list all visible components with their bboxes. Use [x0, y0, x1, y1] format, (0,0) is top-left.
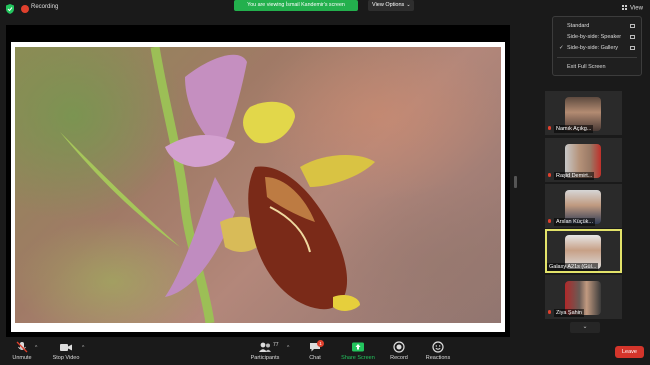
chevron-up-icon[interactable]: ^ [35, 345, 37, 351]
record-button[interactable]: Record [388, 341, 410, 361]
share-screen-icon [352, 342, 364, 352]
participant-tile[interactable]: Namık Açıkg... [545, 91, 622, 135]
reactions-button[interactable]: Reactions [423, 341, 453, 361]
participant-name: Raşid Demirt... [554, 172, 595, 180]
participant-tile-active[interactable]: Galaxy A21s (Gül... [545, 229, 622, 273]
presentation-slide: ◂ ✎ ≡ ▸ [11, 42, 505, 332]
chat-label: Chat [309, 355, 321, 361]
menu-item-label: Exit Full Screen [567, 64, 606, 70]
record-icon [393, 341, 405, 353]
menu-item-label: Standard [567, 23, 590, 29]
recording-icon [21, 5, 29, 13]
participant-name: Arslan Küçük... [554, 218, 595, 226]
menu-item-exit-full-screen[interactable]: Exit Full Screen [553, 62, 641, 72]
mic-muted-icon [547, 310, 552, 316]
share-screen-button[interactable]: Share Screen [338, 341, 378, 361]
orchid-photo: ◂ ✎ ≡ ▸ [15, 47, 501, 323]
scroll-down-button[interactable]: ⌄ [570, 322, 600, 333]
stop-video-label: Stop Video [52, 355, 80, 361]
menu-item-side-by-side-gallery[interactable]: ✓ Side-by-side: Gallery [553, 43, 641, 53]
participants-count: 77 [273, 342, 279, 348]
shared-screen: ◂ ✎ ≡ ▸ [6, 25, 510, 337]
menu-item-standard[interactable]: Standard [553, 21, 641, 31]
mic-muted-icon [547, 126, 552, 132]
gallery-view-icon [630, 46, 635, 50]
reactions-label: Reactions [425, 355, 451, 361]
mic-muted-icon [16, 341, 28, 353]
menu-item-label: Side-by-side: Speaker [567, 34, 622, 40]
unmute-label: Unmute [12, 355, 32, 361]
share-screen-label: Share Screen [341, 355, 375, 361]
smiley-icon [432, 341, 444, 353]
menu-item-side-by-side-speaker[interactable]: Side-by-side: Speaker [553, 32, 641, 42]
orchid-illustration [60, 47, 375, 323]
menu-item-label: Side-by-side: Gallery [567, 45, 619, 51]
mic-muted-icon [547, 219, 552, 225]
chat-badge: 1 [317, 340, 324, 347]
chevron-down-icon: ⌄ [582, 324, 588, 330]
participant-name: Galaxy A21s (Gül... [547, 263, 599, 271]
standard-view-icon [630, 24, 635, 28]
participant-tile[interactable]: Arslan Küçük... [545, 184, 622, 228]
participant-name: Ziya Şahin [554, 309, 584, 317]
view-options-label: View Options [372, 2, 405, 8]
video-camera-icon [60, 344, 72, 351]
participant-name: Namık Açıkg... [554, 125, 594, 133]
viewing-banner: You are viewing İsmail Kandemir's screen [234, 0, 358, 11]
participant-tile[interactable]: Ziya Şahin [545, 275, 622, 319]
record-label: Record [390, 355, 408, 361]
menu-divider [557, 57, 637, 58]
meeting-toolbar: Unmute ^ Stop Video ^ Participants 77 ^ … [0, 339, 650, 365]
chevron-up-icon[interactable]: ^ [287, 345, 289, 351]
chevron-up-icon[interactable]: ^ [82, 345, 84, 351]
participants-icon [259, 342, 271, 352]
check-icon: ✓ [559, 45, 564, 51]
participants-label: Participants [250, 355, 280, 361]
leave-button[interactable]: Leave [615, 346, 644, 358]
participant-tile[interactable]: Raşid Demirt... [545, 138, 622, 182]
speaker-view-icon [630, 35, 635, 39]
stop-video-button[interactable]: Stop Video [48, 341, 84, 361]
recording-label: Recording [31, 4, 59, 10]
shield-icon [6, 4, 14, 14]
view-button[interactable]: View [622, 5, 643, 12]
splitter-handle[interactable] [514, 176, 517, 188]
mic-muted-icon [547, 173, 552, 179]
unmute-button[interactable]: Unmute [8, 341, 36, 361]
chevron-down-icon: ⌄ [406, 2, 411, 8]
view-options-button[interactable]: View Options ⌄ [368, 0, 414, 11]
view-label: View [630, 5, 643, 12]
view-menu: Standard Side-by-side: Speaker ✓ Side-by… [552, 16, 642, 76]
